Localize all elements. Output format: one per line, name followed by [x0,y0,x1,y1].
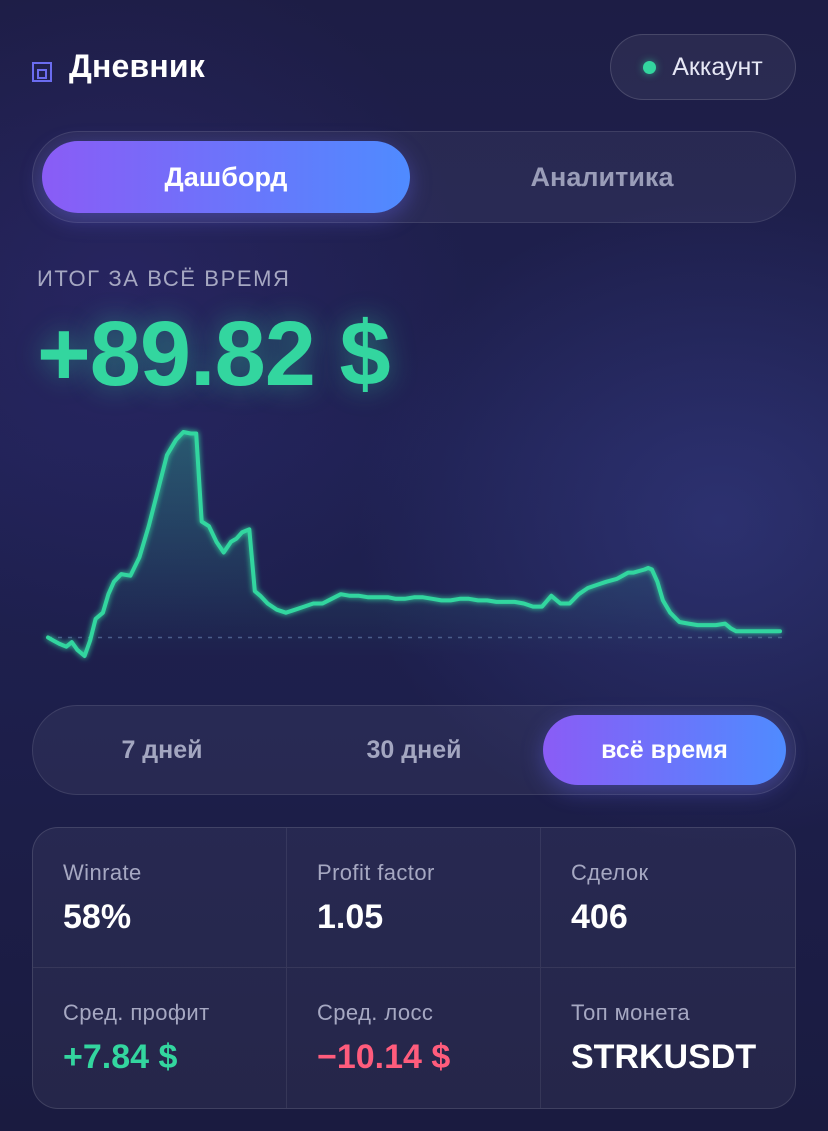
status-dot-icon [643,60,657,74]
stat-label: Сделок [571,860,649,885]
account-label: Аккаунт [672,52,763,81]
app-header: Дневник Аккаунт [32,34,796,100]
stat-value: STRKUSDT [571,1038,757,1076]
period-7-days[interactable]: 7 дней [37,715,287,785]
stat-value: 58% [63,898,132,936]
stat-label: Сред. профит [63,1000,210,1025]
period-30-days[interactable]: 30 дней [287,715,541,785]
stat-profit-factor: Profit factor 1.05 [287,828,541,968]
tab-dashboard[interactable]: Дашборд [42,141,410,213]
stat-label: Сред. лосс [317,1000,434,1025]
stat-avg-loss: Сред. лосс −10.14 $ [287,968,541,1108]
stat-label: Топ монета [571,1000,691,1025]
total-label: ИТОГ ЗА ВСЁ ВРЕМЯ [37,266,291,291]
main-tabs: Дашборд Аналитика [32,131,796,223]
app-title: Дневник [69,48,206,84]
stat-label: Winrate [63,860,142,885]
layout-square-icon [32,62,52,82]
account-button[interactable]: Аккаунт [610,34,796,100]
stat-value: −10.14 $ [317,1038,451,1076]
stat-trades: Сделок 406 [541,828,795,968]
stat-winrate: Winrate 58% [33,828,287,968]
stat-top-coin: Топ монета STRKUSDT [541,968,795,1108]
stat-value: 406 [571,898,628,936]
stat-value: +7.84 $ [63,1038,178,1076]
stat-avg-profit: Сред. профит +7.84 $ [33,968,287,1108]
pnl-chart [46,430,788,658]
tab-analytics[interactable]: Аналитика [418,141,786,213]
stat-label: Profit factor [317,860,435,885]
chart-area [48,432,780,656]
total-value: +89.82 $ [37,303,391,405]
period-all-time[interactable]: всё время [543,715,786,785]
stat-value: 1.05 [317,898,384,936]
period-selector: 7 дней 30 дней всё время [32,705,796,795]
stats-grid: Winrate 58% Profit factor 1.05 Сделок 40… [32,827,796,1109]
